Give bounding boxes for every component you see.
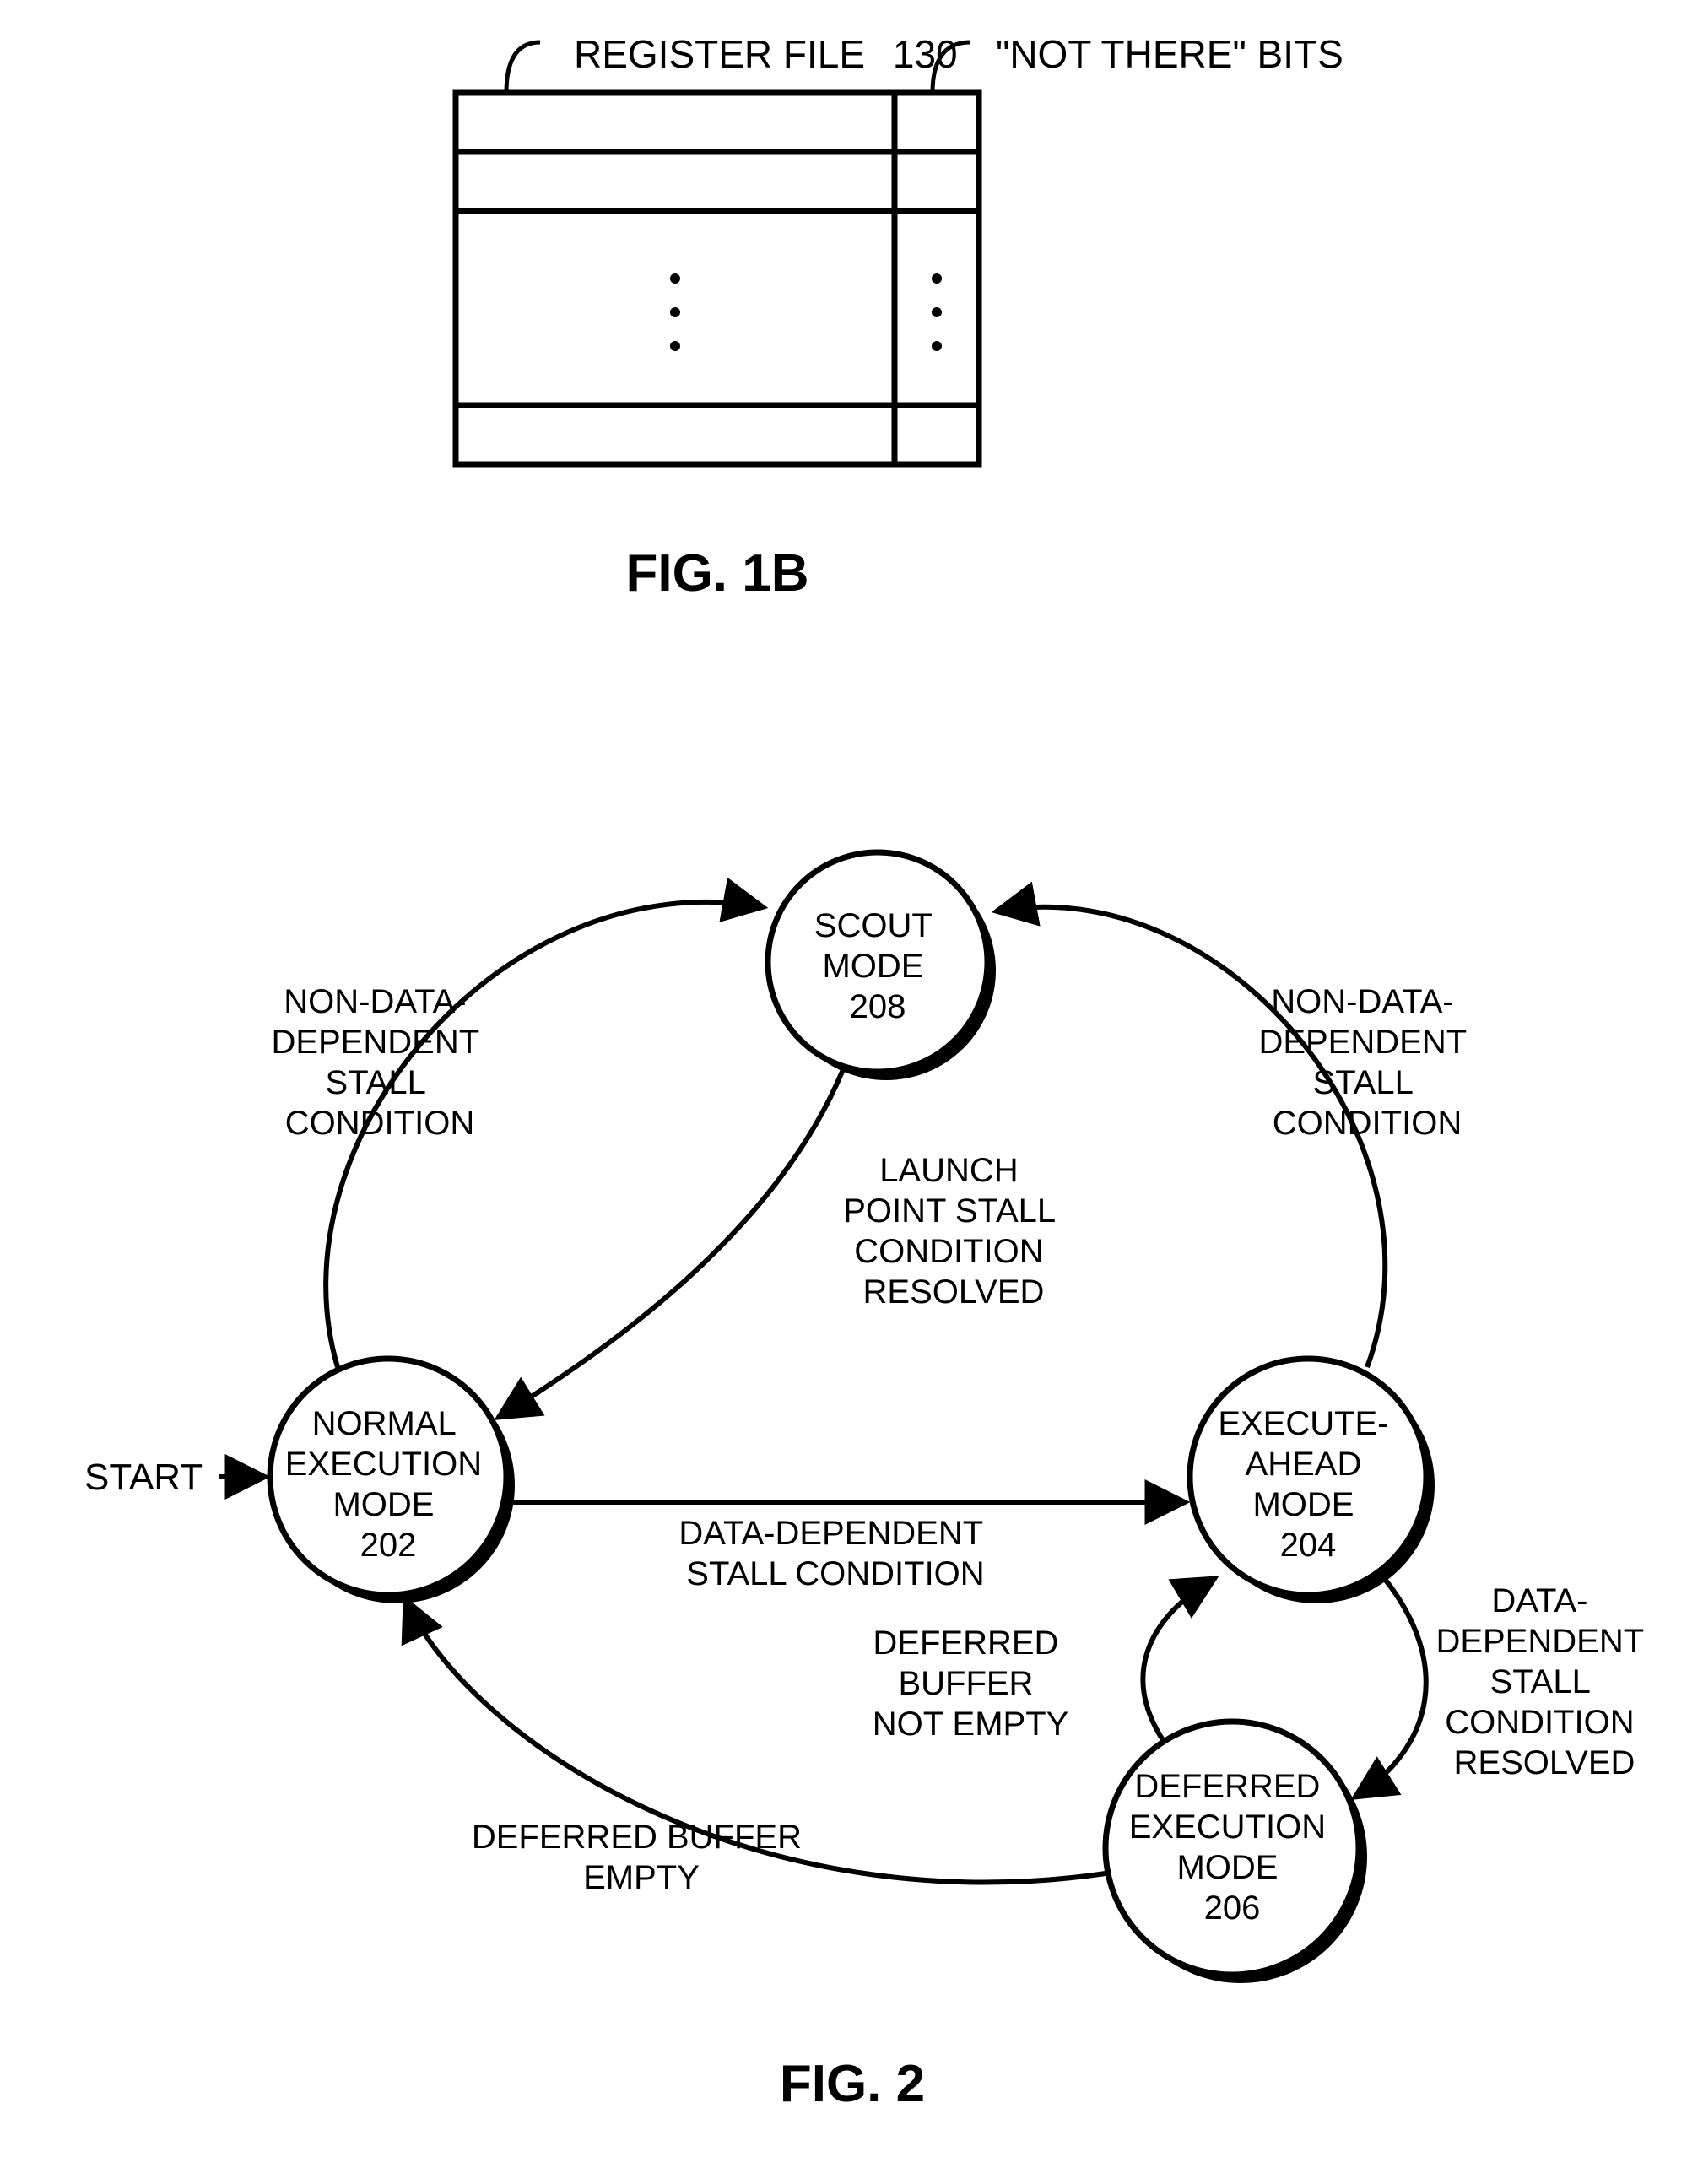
state-execute-ahead-mode: EXECUTE- AHEAD MODE 204 — [1190, 1359, 1435, 1603]
ellipsis-dots-right — [932, 273, 942, 351]
edge-defer-to-exec — [1143, 1578, 1215, 1743]
scout-num: 208 — [850, 988, 906, 1025]
defer-line3: MODE — [1176, 1849, 1278, 1886]
normal-line1: NORMAL — [312, 1405, 456, 1442]
scout-line2: MODE — [822, 948, 923, 985]
label-defer-to-normal: DEFERRED BUFFER EMPTY — [472, 1819, 811, 1896]
state-scout-mode: SCOUT MODE 208 — [768, 852, 996, 1080]
fig-1b-caption: FIG. 1B — [625, 544, 808, 603]
label-defer-to-exec: DEFERRED BUFFER NOT EMPTY — [873, 1624, 1069, 1743]
exec-line2: AHEAD — [1246, 1446, 1362, 1483]
label-normal-to-exec: DATA-DEPENDENT STALL CONDITION — [678, 1515, 992, 1592]
label-normal-to-scout: NON-DATA- DEPENDENT STALL CONDITION — [271, 983, 488, 1142]
exec-line3: MODE — [1252, 1486, 1354, 1523]
edge-exec-to-defer — [1354, 1578, 1426, 1797]
register-file-label: REGISTER FILE 130 — [574, 32, 958, 76]
register-file-table — [456, 93, 979, 464]
register-file-label-text: REGISTER FILE — [574, 32, 865, 76]
fig-2: SCOUT MODE 208 NORMAL EXECUTION MODE 202… — [84, 852, 1653, 2113]
normal-line2: EXECUTION — [285, 1446, 482, 1483]
register-file-label-num: 130 — [893, 32, 958, 76]
diagram-canvas: REGISTER FILE 130 "NOT THERE" BITS FIG. … — [0, 0, 1703, 2184]
fig-2-caption: FIG. 2 — [780, 2055, 925, 2113]
label-exec-to-scout: NON-DATA- DEPENDENT STALL CONDITION — [1258, 983, 1475, 1142]
label-scout-to-normal: LAUNCH POINT STALL CONDITION RESOLVED — [843, 1152, 1064, 1311]
state-normal-execution-mode: NORMAL EXECUTION MODE 202 — [270, 1359, 515, 1603]
scout-line1: SCOUT — [814, 907, 933, 944]
normal-line3: MODE — [332, 1486, 434, 1523]
exec-line1: EXECUTE- — [1218, 1405, 1388, 1442]
normal-num: 202 — [360, 1527, 417, 1564]
exec-num: 204 — [1280, 1527, 1337, 1564]
defer-line1: DEFERRED — [1134, 1768, 1320, 1805]
fig-1b: REGISTER FILE 130 "NOT THERE" BITS FIG. … — [456, 32, 1343, 603]
defer-num: 206 — [1204, 1889, 1261, 1927]
defer-line2: EXECUTION — [1129, 1808, 1326, 1846]
label-exec-to-defer: DATA- DEPENDENT STALL CONDITION RESOLVED — [1435, 1582, 1652, 1781]
not-there-bits-label: "NOT THERE" BITS — [996, 32, 1343, 76]
state-deferred-execution-mode: DEFERRED EXECUTION MODE 206 — [1106, 1722, 1367, 1983]
edge-scout-to-normal — [498, 1068, 844, 1418]
ellipsis-dots-left — [670, 273, 680, 351]
start-label: START — [84, 1457, 203, 1498]
